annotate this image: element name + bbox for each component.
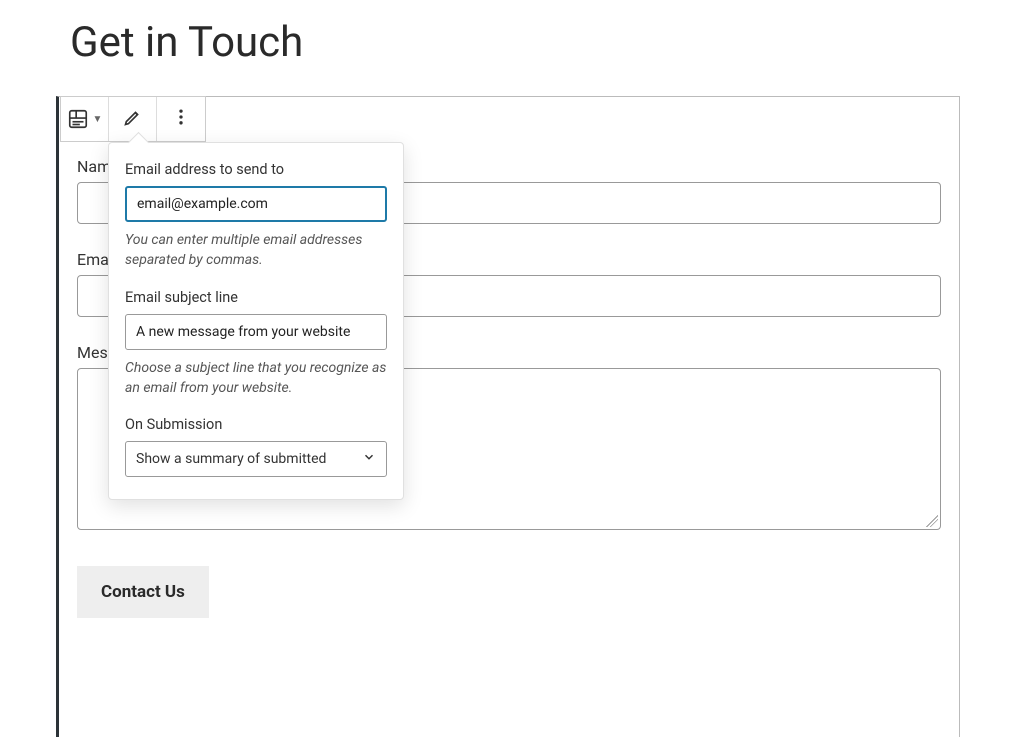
popover-subject-label: Email subject line xyxy=(125,289,387,306)
more-vertical-icon xyxy=(171,107,191,131)
block-toolbar: ▼ xyxy=(60,96,206,142)
more-options-button[interactable] xyxy=(157,97,205,141)
popover-submission-select[interactable]: Show a summary of submitted xyxy=(125,441,387,477)
popover-subject-input[interactable] xyxy=(125,314,387,350)
block-type-button[interactable]: ▼ xyxy=(61,97,109,141)
popover-email-help: You can enter multiple email addresses s… xyxy=(125,230,387,271)
form-settings-popover: Email address to send to You can enter m… xyxy=(108,142,404,500)
pencil-icon xyxy=(123,107,143,131)
popover-subject-help: Choose a subject line that you recognize… xyxy=(125,358,387,399)
popover-submission-value: Show a summary of submitted xyxy=(136,451,326,467)
page-title: Get in Touch xyxy=(70,18,954,67)
submit-button[interactable]: Contact Us xyxy=(77,566,209,618)
caret-down-icon: ▼ xyxy=(93,114,103,125)
form-block-icon xyxy=(67,108,89,130)
popover-submission-label: On Submission xyxy=(125,416,387,433)
popover-email-label: Email address to send to xyxy=(125,161,387,178)
edit-button[interactable] xyxy=(109,97,157,141)
popover-email-input[interactable] xyxy=(125,186,387,222)
chevron-down-icon xyxy=(362,450,376,468)
